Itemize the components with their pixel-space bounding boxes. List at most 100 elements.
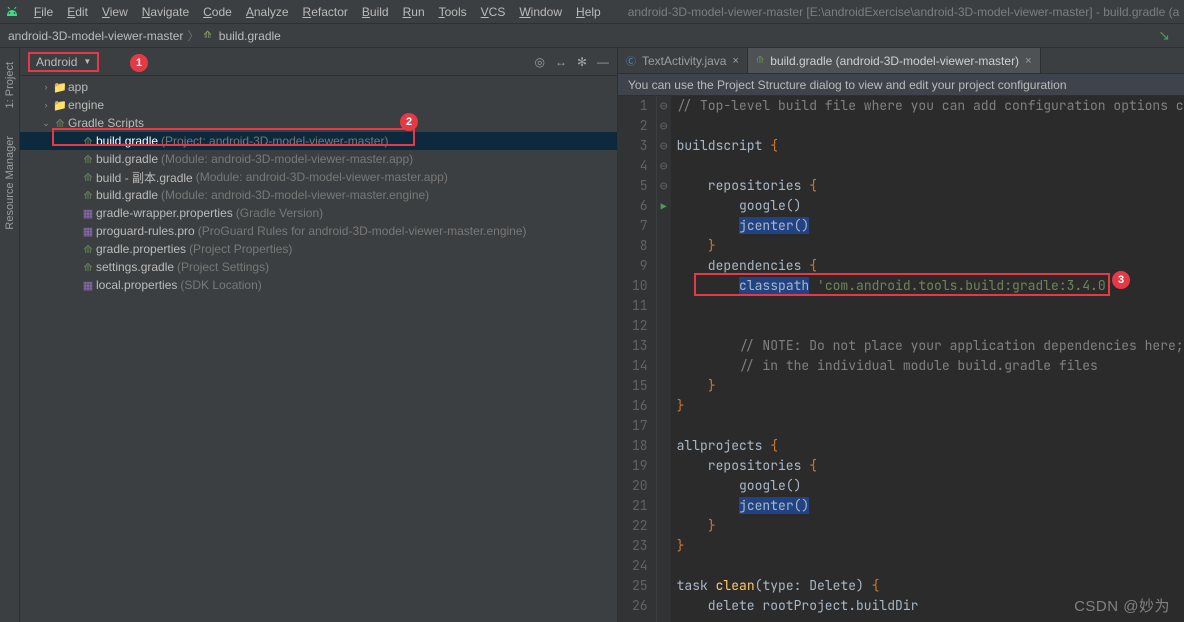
code-editor[interactable]: // Top-level build file where you can ad… xyxy=(671,96,1184,622)
menu-refactor[interactable]: Refactor xyxy=(296,5,355,19)
gradle-icon: ⟰ xyxy=(80,153,96,166)
menu-edit[interactable]: Edit xyxy=(60,5,95,19)
tree-row[interactable]: ⟰settings.gradle (Project Settings) xyxy=(20,258,617,276)
main-area: 1: Project Resource Manager Android ▼ ◎ … xyxy=(0,48,1184,622)
tab-label: build.gradle (android-3D-model-viewer-ma… xyxy=(770,54,1019,68)
tree-hint: (Project: android-3D-model-viewer-master… xyxy=(161,134,388,148)
menu-analyze[interactable]: Analyze xyxy=(239,5,296,19)
breadcrumb-project[interactable]: android-3D-model-viewer-master xyxy=(8,29,183,43)
project-panel-header: Android ▼ ◎ ↔ ✻ — xyxy=(20,48,617,76)
app-logo-icon xyxy=(4,3,21,21)
tree-row[interactable]: ⟰build.gradle (Module: android-3D-model-… xyxy=(20,150,617,168)
android-view-dropdown[interactable]: Android ▼ xyxy=(28,52,99,72)
android-view-label: Android xyxy=(36,55,77,69)
gradle-icon: ⟰ xyxy=(203,30,211,41)
tool-project[interactable]: 1: Project xyxy=(4,58,16,112)
run-icon[interactable]: ↘ xyxy=(1152,27,1176,44)
tree-arrow-icon[interactable]: ⌄ xyxy=(40,118,52,129)
menu-vcs[interactable]: VCS xyxy=(474,5,513,19)
gradle-icon: ⟰ xyxy=(80,189,96,202)
tree-hint: (Gradle Version) xyxy=(236,206,323,220)
tree-row[interactable]: ▦gradle-wrapper.properties (Gradle Versi… xyxy=(20,204,617,222)
editor-tabs: Ⓒ TextActivity.java × ⟰ build.gradle (androi… xyxy=(618,48,1184,74)
code-area: 1234567891011121314151617181920212223242… xyxy=(618,96,1184,622)
prop-icon: ▦ xyxy=(80,225,96,238)
project-header-actions: ◎ ↔ ✻ — xyxy=(534,55,609,69)
nav-bar: android-3D-model-viewer-master 〉 ⟰ build… xyxy=(0,24,1184,48)
tree-hint: (Project Settings) xyxy=(177,260,269,274)
editor-info-bar[interactable]: You can use the Project Structure dialog… xyxy=(618,74,1184,96)
menu-help[interactable]: Help xyxy=(569,5,608,19)
hide-panel-icon[interactable]: — xyxy=(597,55,609,69)
menu-file[interactable]: File xyxy=(27,5,60,19)
tree-hint: (Module: android-3D-model-viewer-master.… xyxy=(161,188,429,202)
gradle-icon: ⟰ xyxy=(80,135,96,148)
menu-items: FileEditViewNavigateCodeAnalyzeRefactorB… xyxy=(27,5,608,19)
target-icon[interactable]: ◎ xyxy=(534,55,544,69)
tree-hint: (Project Properties) xyxy=(189,242,292,256)
menu-navigate[interactable]: Navigate xyxy=(135,5,196,19)
breadcrumbs: android-3D-model-viewer-master 〉 ⟰ build… xyxy=(8,27,281,44)
gradle-icon: ⟰ xyxy=(756,55,764,66)
menu-bar: FileEditViewNavigateCodeAnalyzeRefactorB… xyxy=(0,0,1184,24)
tree-label: build.gradle xyxy=(96,152,158,166)
menu-view[interactable]: View xyxy=(95,5,135,19)
tree-row[interactable]: ⟰build - 副本.gradle (Module: android-3D-m… xyxy=(20,168,617,186)
tree-row[interactable]: ▦local.properties (SDK Location) xyxy=(20,276,617,294)
tree-row[interactable]: ⟰build.gradle (Project: android-3D-model… xyxy=(20,132,617,150)
gradle-icon: ⟰ xyxy=(80,171,96,184)
menu-window[interactable]: Window xyxy=(512,5,569,19)
breadcrumb-file[interactable]: build.gradle xyxy=(219,29,281,43)
tree-label: gradle.properties xyxy=(96,242,186,256)
editor-area: Ⓒ TextActivity.java × ⟰ build.gradle (androi… xyxy=(618,48,1184,622)
tree-row[interactable]: ›📁engine xyxy=(20,96,617,114)
line-number-gutter: 1234567891011121314151617181920212223242… xyxy=(618,96,657,622)
tree-label: local.properties xyxy=(96,278,177,292)
menu-build[interactable]: Build xyxy=(355,5,396,19)
fold-column[interactable]: ⊖⊖⊖⊖⊖▶ xyxy=(657,96,671,622)
project-panel: Android ▼ ◎ ↔ ✻ — ›📁app›📁engine⌄⟰Gradle … xyxy=(20,48,618,622)
watermark: CSDN @妙为 xyxy=(1074,595,1170,616)
project-tree[interactable]: ›📁app›📁engine⌄⟰Gradle Scripts⟰build.grad… xyxy=(20,76,617,622)
tree-label: proguard-rules.pro xyxy=(96,224,195,238)
menu-code[interactable]: Code xyxy=(196,5,239,19)
tree-row[interactable]: ›📁app xyxy=(20,78,617,96)
left-tool-strip: 1: Project Resource Manager xyxy=(0,48,20,622)
close-icon[interactable]: × xyxy=(1025,55,1031,67)
gradle-icon: ⟰ xyxy=(52,117,68,130)
tree-label: app xyxy=(68,80,88,94)
tree-label: build - 副本.gradle xyxy=(96,169,193,186)
folder-icon: 📁 xyxy=(52,99,68,112)
tree-row[interactable]: ⌄⟰Gradle Scripts xyxy=(20,114,617,132)
tool-resource-manager[interactable]: Resource Manager xyxy=(4,132,16,234)
breadcrumb-separator: 〉 xyxy=(187,27,199,44)
tree-arrow-icon[interactable]: › xyxy=(40,100,52,110)
java-icon: Ⓒ xyxy=(626,53,636,68)
tree-row[interactable]: ⟰build.gradle (Module: android-3D-model-… xyxy=(20,186,617,204)
tab-label: TextActivity.java xyxy=(642,54,726,68)
tree-arrow-icon[interactable]: › xyxy=(40,82,52,92)
tree-hint: (SDK Location) xyxy=(180,278,261,292)
tree-hint: (Module: android-3D-model-viewer-master.… xyxy=(161,152,413,166)
editor-tab[interactable]: ⟰ build.gradle (android-3D-model-viewer-m… xyxy=(748,48,1041,73)
window-title: android-3D-model-viewer-master [E:\andro… xyxy=(628,5,1180,19)
gear-icon[interactable]: ✻ xyxy=(577,55,587,69)
folder-icon: 📁 xyxy=(52,81,68,94)
tree-label: build.gradle xyxy=(96,188,158,202)
close-icon[interactable]: × xyxy=(732,55,738,67)
tree-hint: (Module: android-3D-model-viewer-master.… xyxy=(196,170,448,184)
tree-label: Gradle Scripts xyxy=(68,116,144,130)
collapse-icon[interactable]: ↔ xyxy=(555,55,567,69)
menu-run[interactable]: Run xyxy=(396,5,432,19)
tree-hint: (ProGuard Rules for android-3D-model-vie… xyxy=(198,224,527,238)
gradle-icon: ⟰ xyxy=(80,261,96,274)
gradle-icon: ⟰ xyxy=(80,243,96,256)
tree-label: settings.gradle xyxy=(96,260,174,274)
prop-icon: ▦ xyxy=(80,207,96,220)
menu-tools[interactable]: Tools xyxy=(432,5,474,19)
tree-label: build.gradle xyxy=(96,134,158,148)
tree-row[interactable]: ▦proguard-rules.pro (ProGuard Rules for … xyxy=(20,222,617,240)
tree-label: engine xyxy=(68,98,104,112)
editor-tab[interactable]: Ⓒ TextActivity.java × xyxy=(618,48,748,73)
tree-row[interactable]: ⟰gradle.properties (Project Properties) xyxy=(20,240,617,258)
